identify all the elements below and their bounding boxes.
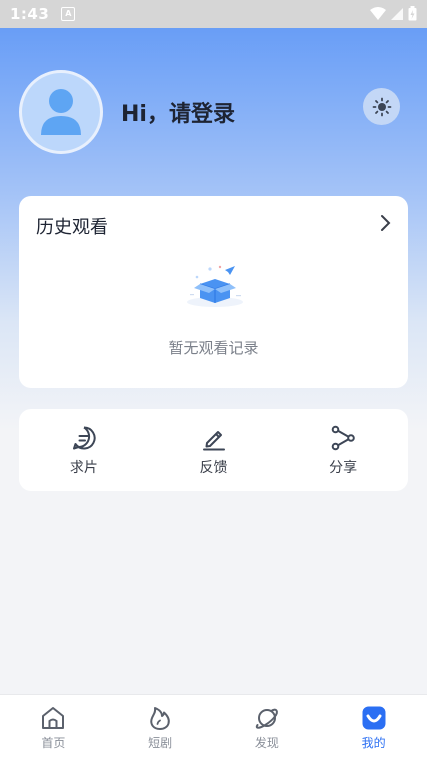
status-time: 1:43 xyxy=(10,5,50,23)
wifi-icon xyxy=(370,6,386,20)
theme-toggle-button[interactable] xyxy=(363,88,400,125)
feedback-button[interactable]: 反馈 xyxy=(149,409,279,491)
signal-icon xyxy=(391,7,403,20)
share-button[interactable]: 分享 xyxy=(278,409,408,491)
pencil-icon xyxy=(202,431,225,451)
app-notification-icon: A xyxy=(61,7,76,21)
smile-icon xyxy=(362,706,386,730)
history-card: 历史观看 暂无观看记录 xyxy=(19,196,408,388)
bottom-tab-bar: 首页 短剧 发现 我的 xyxy=(0,694,427,761)
tab-home-label: 首页 xyxy=(41,736,66,750)
request-movie-label: 求片 xyxy=(69,460,98,476)
avatar[interactable] xyxy=(19,70,103,154)
tab-discover-label: 发现 xyxy=(254,736,279,750)
tab-discover[interactable]: 发现 xyxy=(214,695,321,761)
share-label: 分享 xyxy=(329,460,358,476)
tab-home[interactable]: 首页 xyxy=(0,695,107,761)
status-indicators xyxy=(370,6,417,21)
login-prompt[interactable]: Hi，请登录 xyxy=(121,96,235,128)
history-title[interactable]: 历史观看 xyxy=(36,213,108,239)
quick-actions-card: 求片 反馈 分享 xyxy=(19,409,408,491)
chevron-right-icon[interactable] xyxy=(380,214,392,232)
request-movie-button[interactable]: 求片 xyxy=(19,409,149,491)
feedback-label: 反馈 xyxy=(199,460,228,476)
tab-mine[interactable]: 我的 xyxy=(320,695,427,761)
sun-icon xyxy=(372,97,391,116)
user-icon xyxy=(41,89,81,135)
tab-mine-label: 我的 xyxy=(361,736,386,750)
share-icon xyxy=(331,425,355,451)
profile-section: Hi，请登录 xyxy=(19,70,235,154)
home-icon xyxy=(42,707,65,729)
history-empty-text: 暂无观看记录 xyxy=(168,339,259,357)
empty-box-illustration xyxy=(187,265,243,307)
flame-icon xyxy=(150,707,170,730)
planet-icon xyxy=(255,708,278,729)
tab-short-drama[interactable]: 短剧 xyxy=(107,695,214,761)
tab-short-drama-label: 短剧 xyxy=(148,736,173,750)
battery-icon xyxy=(408,6,417,21)
status-bar: 1:43 A xyxy=(0,0,427,28)
chat-icon xyxy=(72,426,96,450)
